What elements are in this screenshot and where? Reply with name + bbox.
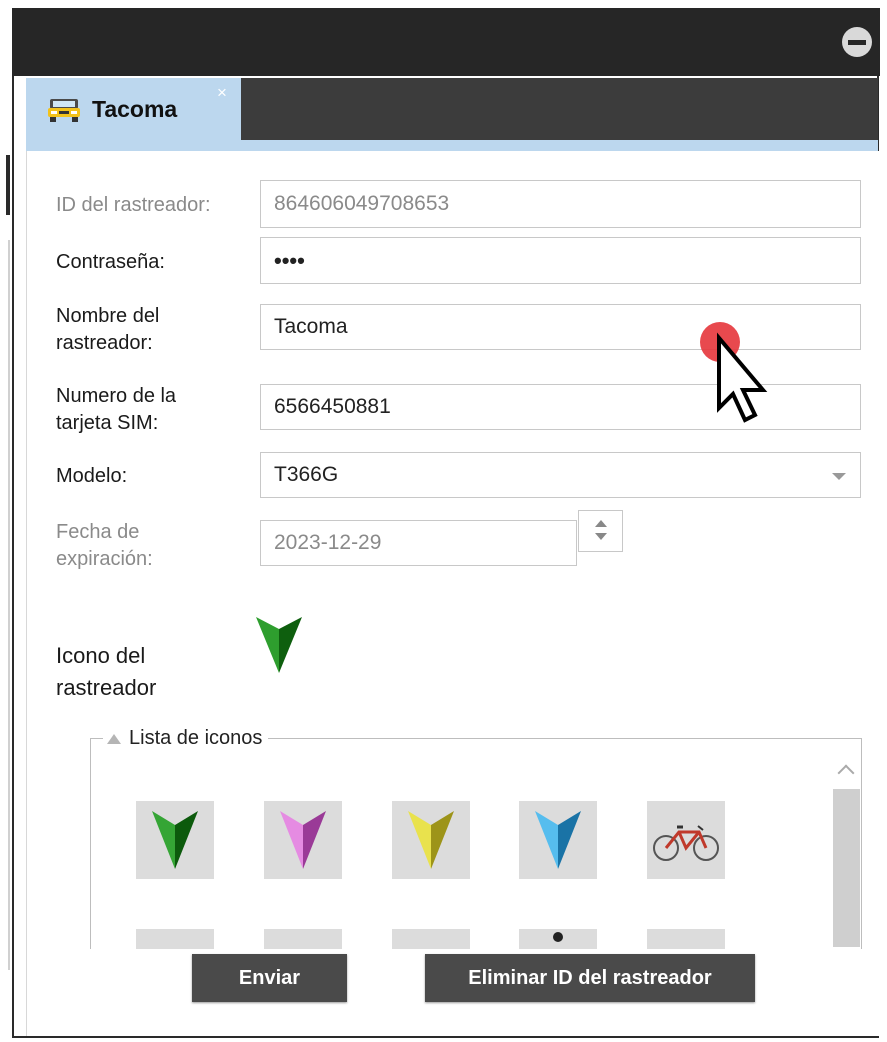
expiry-date-value: 2023-12-29 — [274, 531, 382, 554]
model-value: T366G — [274, 463, 339, 486]
collapse-icon[interactable] — [107, 733, 121, 744]
tracker-icon-label: Icono del rastreador — [56, 640, 156, 704]
tab-underline — [26, 140, 878, 151]
icon-option-magenta[interactable] — [264, 801, 342, 879]
tracker-id-field: 864606049708653 — [260, 180, 861, 228]
title-bar — [12, 8, 880, 76]
tab-title: Tacoma — [92, 96, 178, 122]
expiry-label-line2: expiración: — [56, 548, 153, 570]
password-field[interactable]: •••• — [260, 237, 861, 284]
icon-option-row2-3[interactable] — [392, 929, 470, 949]
submit-button[interactable]: Enviar — [192, 954, 347, 1002]
icon-list-legend[interactable]: Lista de iconos — [103, 727, 269, 750]
magenta-arrow-icon — [280, 811, 326, 869]
yellow-arrow-icon — [408, 811, 454, 869]
sim-label-line2: tarjeta SIM: — [56, 412, 159, 434]
tracker-id-value: 864606049708653 — [274, 192, 450, 215]
blue-arrow-icon — [535, 811, 581, 869]
icon-option-row2-4[interactable] — [519, 929, 597, 949]
icon-option-bicycle[interactable] — [647, 801, 725, 879]
minimize-icon[interactable] — [842, 27, 872, 57]
chevron-down-icon — [832, 473, 846, 480]
scroll-up-icon[interactable] — [837, 764, 855, 782]
tracker-name-label: Nombre del rastreador: — [56, 303, 159, 357]
model-select[interactable]: T366G — [260, 452, 861, 498]
tracker-name-label-line1: Nombre del — [56, 305, 160, 327]
icon-list-scrollbar[interactable] — [833, 757, 860, 947]
icon-option-row2-5[interactable] — [647, 929, 725, 949]
icon-option-yellow[interactable] — [392, 801, 470, 879]
person-icon — [553, 932, 563, 942]
model-label: Modelo: — [56, 465, 128, 487]
expiry-label-line1: Fecha de — [56, 521, 140, 543]
tracker-name-value: Tacoma — [274, 315, 348, 338]
expiry-date-field: 2023-12-29 — [260, 520, 577, 566]
car-icon — [48, 99, 80, 122]
green-arrow-icon — [152, 811, 198, 869]
tracker-name-label-line2: rastreador: — [56, 332, 153, 354]
tracker-name-field[interactable]: Tacoma — [260, 304, 861, 350]
date-spinner[interactable] — [578, 510, 623, 552]
expiry-label: Fecha de expiración: — [56, 519, 153, 573]
scrollbar-thumb[interactable] — [833, 789, 860, 947]
icon-option-row2-2[interactable] — [264, 929, 342, 949]
tracker-icon-label-line2: rastreador — [56, 675, 157, 700]
icon-option-green[interactable] — [136, 801, 214, 879]
icon-list-title: Lista de iconos — [129, 727, 263, 749]
icon-option-blue[interactable] — [519, 801, 597, 879]
icon-option-row2-1[interactable] — [136, 929, 214, 949]
spinner-down-icon[interactable] — [595, 533, 607, 540]
sim-label: Numero de la tarjeta SIM: — [56, 383, 176, 437]
left-edge-divider — [6, 155, 10, 215]
spinner-up-icon[interactable] — [595, 520, 607, 527]
sim-number-value: 6566450881 — [274, 395, 391, 418]
sim-label-line1: Numero de la — [56, 385, 177, 407]
sim-number-field[interactable]: 6566450881 — [260, 384, 861, 430]
password-label: Contraseña: — [56, 251, 165, 273]
bicycle-icon — [653, 825, 719, 861]
password-value: •••• — [274, 247, 305, 273]
left-edge-line — [8, 240, 10, 970]
close-icon[interactable]: × — [217, 83, 227, 103]
tracker-id-label: ID del rastreador: — [56, 194, 211, 216]
tracker-icon-label-line1: Icono del — [56, 643, 146, 668]
delete-tracker-button[interactable]: Eliminar ID del rastreador — [425, 954, 755, 1002]
green-arrow-icon — [256, 617, 302, 673]
